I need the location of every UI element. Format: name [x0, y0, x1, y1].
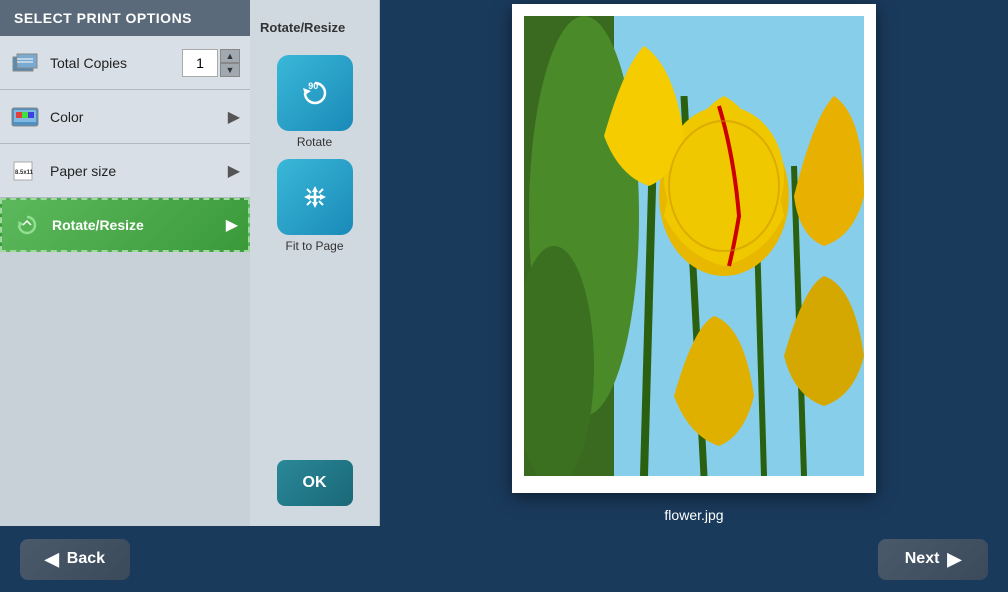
color-arrow: ▶: [228, 107, 240, 127]
fit-button-wrapper: Fit to Page: [277, 159, 353, 253]
fit-button-label: Fit to Page: [285, 239, 343, 253]
back-button[interactable]: ◀ Back: [20, 539, 130, 580]
back-label: Back: [67, 550, 105, 568]
copies-icon: [10, 51, 40, 75]
rotate-label: Rotate/Resize: [52, 217, 226, 233]
option-row-rotate[interactable]: Rotate/Resize ▶: [0, 198, 250, 252]
preview-image: [524, 16, 864, 476]
paper-label: Paper size: [50, 163, 228, 179]
rotate-button-wrapper: 90° Rotate: [277, 55, 353, 149]
left-panel: SELECT PRINT OPTIONS Total Copies ▲ ▼: [0, 0, 250, 526]
copies-label: Total Copies: [50, 55, 182, 71]
preview-container: [512, 4, 876, 493]
copies-control: ▲ ▼: [182, 49, 240, 77]
ok-wrapper: OK: [277, 460, 353, 506]
next-button[interactable]: Next ▶: [878, 539, 988, 580]
fit-to-page-button[interactable]: [277, 159, 353, 235]
panel-header: SELECT PRINT OPTIONS: [0, 0, 250, 36]
option-row-color[interactable]: Color ▶: [0, 90, 250, 144]
rotate-icon: [12, 213, 42, 237]
option-row-copies: Total Copies ▲ ▼: [0, 36, 250, 90]
next-label: Next: [905, 550, 940, 568]
svg-text:8.5x11: 8.5x11: [15, 170, 34, 176]
back-arrow-icon: ◀: [45, 549, 59, 570]
copies-spinners: ▲ ▼: [220, 49, 240, 77]
ok-button[interactable]: OK: [277, 460, 353, 506]
paper-icon: 8.5x11: [10, 159, 40, 183]
rotate-button-label: Rotate: [297, 135, 332, 149]
color-icon: [10, 105, 40, 129]
rotate-button[interactable]: 90°: [277, 55, 353, 131]
copies-down-button[interactable]: ▼: [220, 63, 240, 77]
submenu-header: Rotate/Resize: [250, 20, 345, 35]
next-arrow-icon: ▶: [947, 549, 961, 570]
rotate-arrow: ▶: [226, 215, 238, 235]
copies-up-button[interactable]: ▲: [220, 49, 240, 63]
color-label: Color: [50, 109, 228, 125]
submenu-panel: Rotate/Resize 90° Rotate: [250, 0, 380, 526]
ok-label: OK: [303, 474, 327, 491]
panel-title: SELECT PRINT OPTIONS: [14, 10, 192, 26]
bottom-bar: ◀ Back Next ▶: [0, 526, 1008, 592]
paper-arrow: ▶: [228, 161, 240, 181]
copies-input[interactable]: [182, 49, 218, 77]
filename-label: flower.jpg: [664, 507, 723, 523]
option-row-paper[interactable]: 8.5x11 Paper size ▶: [0, 144, 250, 198]
preview-area: flower.jpg: [380, 0, 1008, 526]
